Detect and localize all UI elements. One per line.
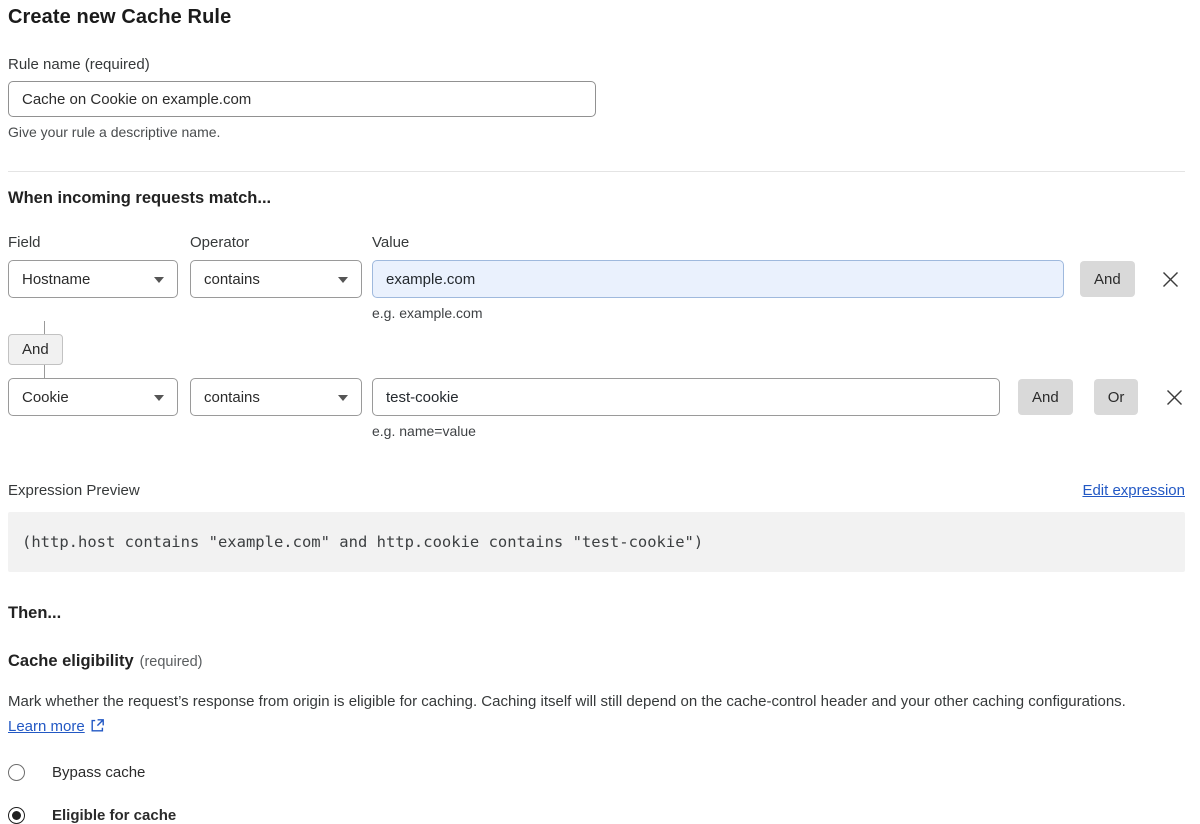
- field-column-label: Field: [8, 234, 178, 251]
- expression-preview-header: Expression Preview Edit expression: [8, 482, 1185, 499]
- cache-eligibility-heading: Cache eligibility (required): [8, 652, 1185, 671]
- connector-line-top: [44, 321, 45, 334]
- close-icon: [1162, 271, 1179, 288]
- value-input-row1[interactable]: [372, 260, 1064, 298]
- add-or-condition-button-row2[interactable]: Or: [1094, 379, 1139, 415]
- condition-connector: And: [8, 321, 1185, 378]
- section-divider: [8, 171, 1185, 172]
- operator-select-row2[interactable]: contains: [190, 378, 362, 416]
- close-icon: [1166, 389, 1183, 406]
- remove-condition-button-row1[interactable]: [1161, 269, 1181, 289]
- operator-select-row1-value: contains: [204, 271, 260, 288]
- operator-select-row1[interactable]: contains: [190, 260, 362, 298]
- edit-expression-link[interactable]: Edit expression: [1082, 482, 1185, 499]
- radio-label-bypass: Bypass cache: [52, 764, 145, 781]
- rule-name-input[interactable]: [8, 81, 596, 117]
- builder-column-labels: Field Operator Value: [8, 234, 1185, 251]
- page-title: Create new Cache Rule: [8, 6, 1185, 29]
- radio-label-eligible: Eligible for cache: [52, 807, 176, 824]
- learn-more-link[interactable]: Learn more: [8, 718, 85, 735]
- chevron-down-icon: [154, 277, 164, 283]
- create-cache-rule-page: Create new Cache Rule Rule name (require…: [0, 0, 1200, 824]
- chevron-down-icon: [338, 395, 348, 401]
- condition-row-2: Cookie contains And Or: [8, 378, 1185, 416]
- cache-eligibility-description: Mark whether the request’s response from…: [8, 689, 1168, 739]
- value-column-label: Value: [372, 234, 409, 251]
- radio-button-icon[interactable]: [8, 764, 25, 781]
- radio-option-bypass-cache[interactable]: Bypass cache: [8, 764, 1185, 781]
- field-select-row2-value: Cookie: [22, 389, 69, 406]
- then-section-heading: Then...: [8, 604, 1185, 623]
- field-select-row1-value: Hostname: [22, 271, 90, 288]
- field-select-row1[interactable]: Hostname: [8, 260, 178, 298]
- radio-button-selected-icon[interactable]: [8, 807, 25, 824]
- condition-row-1: Hostname contains And: [8, 260, 1185, 298]
- radio-option-eligible-for-cache[interactable]: Eligible for cache: [8, 807, 1185, 824]
- external-link-icon: [90, 718, 105, 733]
- connector-line-bottom: [44, 365, 45, 378]
- expression-code: (http.host contains "example.com" and ht…: [22, 533, 703, 551]
- match-section-heading: When incoming requests match...: [8, 189, 1185, 208]
- expression-preview-label: Expression Preview: [8, 482, 140, 499]
- rule-name-label: Rule name (required): [8, 56, 1185, 73]
- operator-column-label: Operator: [190, 234, 362, 251]
- field-select-row2[interactable]: Cookie: [8, 378, 178, 416]
- required-note: (required): [140, 654, 203, 670]
- value-hint-row2: e.g. name=value: [372, 423, 1185, 439]
- chevron-down-icon: [338, 277, 348, 283]
- value-input-row2[interactable]: [372, 378, 1000, 416]
- cache-eligibility-description-text: Mark whether the request’s response from…: [8, 693, 1126, 710]
- remove-condition-button-row2[interactable]: [1164, 387, 1184, 407]
- value-hint-row1: e.g. example.com: [372, 305, 1185, 321]
- cache-eligibility-title: Cache eligibility: [8, 652, 134, 670]
- chevron-down-icon: [154, 395, 164, 401]
- expression-preview-box: (http.host contains "example.com" and ht…: [8, 512, 1185, 572]
- connector-and-button[interactable]: And: [8, 334, 63, 365]
- add-and-condition-button-row2[interactable]: And: [1018, 379, 1073, 415]
- add-and-condition-button-row1[interactable]: And: [1080, 261, 1135, 297]
- rule-name-help: Give your rule a descriptive name.: [8, 124, 1185, 140]
- operator-select-row2-value: contains: [204, 389, 260, 406]
